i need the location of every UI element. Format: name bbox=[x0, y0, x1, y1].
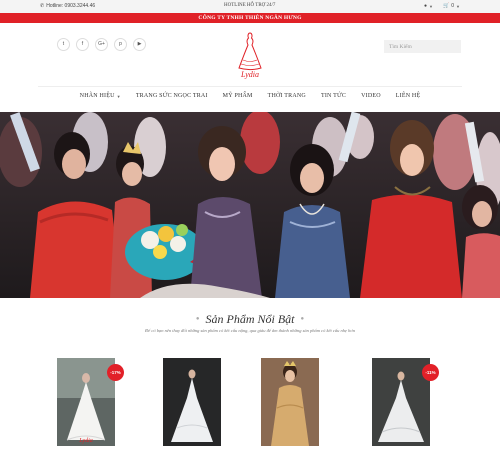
nav-label: MỸ PHẨM bbox=[222, 93, 253, 99]
nav-item-brands[interactable]: NHÃN HIỆU ▼ bbox=[80, 93, 121, 99]
hero-photo bbox=[0, 112, 500, 298]
nav-label: TRANG SỨC NGỌC TRAI bbox=[135, 93, 208, 99]
twitter-icon[interactable]: t bbox=[57, 38, 70, 51]
logo-text: Lydia bbox=[240, 70, 259, 79]
chevron-down-icon: ▼ bbox=[116, 93, 121, 99]
featured-title: ● Sản Phẩm Nổi Bật ● bbox=[196, 312, 304, 327]
nav-item-pearl-jewelry[interactable]: TRANG SỨC NGỌC TRAI bbox=[136, 93, 208, 99]
pinterest-icon[interactable]: p bbox=[114, 38, 127, 51]
company-banner: CÔNG TY TNHH THIÊN NGÂN HƯNG bbox=[0, 13, 500, 23]
phone-icon: ✆ bbox=[40, 3, 45, 9]
featured-title-text: Sản Phẩm Nổi Bật bbox=[205, 311, 295, 326]
svg-text:Lydia: Lydia bbox=[78, 438, 93, 444]
facebook-icon[interactable]: f bbox=[76, 38, 89, 51]
youtube-icon[interactable]: ▶ bbox=[133, 38, 146, 51]
social-links: t f G+ p ▶ bbox=[57, 38, 146, 51]
search-input[interactable] bbox=[384, 40, 461, 53]
nav-label: VIDEO bbox=[361, 93, 381, 99]
header-divider bbox=[38, 86, 462, 87]
product-card[interactable]: -11% bbox=[372, 358, 439, 446]
product-image bbox=[163, 358, 221, 446]
bullet-icon: ● bbox=[300, 316, 305, 322]
google-plus-icon[interactable]: G+ bbox=[95, 38, 108, 51]
product-image bbox=[261, 358, 319, 446]
cart-menu[interactable]: 🛒 0 ▼ bbox=[443, 3, 460, 9]
top-bar: ✆ Hotline: 0903.3244.46 HOTLINE HỖ TRỢ 2… bbox=[0, 0, 500, 13]
nav-item-cosmetics[interactable]: MỸ PHẨM bbox=[223, 93, 253, 99]
bullet-icon: ● bbox=[195, 316, 200, 322]
product-card[interactable] bbox=[163, 358, 221, 446]
account-menu[interactable]: ● ▼ bbox=[424, 3, 433, 9]
main-nav: NHÃN HIỆU ▼ TRANG SỨC NGỌC TRAI MỸ PHẨM … bbox=[0, 93, 500, 99]
chevron-down-icon: ▼ bbox=[456, 3, 460, 9]
hero-banner[interactable] bbox=[0, 112, 500, 298]
hotline-left-text: Hotline: 0903.3244.46 bbox=[46, 3, 96, 9]
featured-title-wrap: ● Sản Phẩm Nổi Bật ● bbox=[0, 307, 500, 327]
hotline-left[interactable]: ✆ Hotline: 0903.3244.46 bbox=[40, 3, 95, 9]
cart-count: 0 bbox=[451, 3, 455, 9]
product-grid: Lydia -17% -11% bbox=[0, 358, 500, 455]
discount-badge: -11% bbox=[422, 364, 439, 381]
nav-label: THỜI TRANG bbox=[267, 93, 306, 99]
user-icon: ● bbox=[424, 3, 428, 9]
product-card[interactable]: Lydia -17% bbox=[57, 358, 124, 446]
nav-item-fashion[interactable]: THỜI TRANG bbox=[268, 93, 306, 99]
nav-item-news[interactable]: TIN TỨC bbox=[321, 93, 346, 99]
cart-icon: 🛒 bbox=[443, 3, 450, 9]
nav-item-video[interactable]: VIDEO bbox=[361, 93, 381, 99]
product-card[interactable] bbox=[261, 358, 319, 446]
discount-badge: -17% bbox=[107, 364, 124, 381]
nav-label: NHÃN HIỆU bbox=[79, 93, 115, 99]
featured-subtitle: Để có bạn nên thay đổi những sản phẩm có… bbox=[144, 328, 356, 333]
nav-label: LIÊN HỆ bbox=[395, 93, 421, 99]
hotline-support-text: HOTLINE HỖ TRỢ 24/7 bbox=[224, 3, 276, 8]
nav-label: TIN TỨC bbox=[320, 93, 347, 99]
chevron-down-icon: ▼ bbox=[429, 3, 434, 9]
nav-item-contact[interactable]: LIÊN HỆ bbox=[396, 93, 421, 99]
logo[interactable]: Lydia bbox=[228, 30, 272, 80]
